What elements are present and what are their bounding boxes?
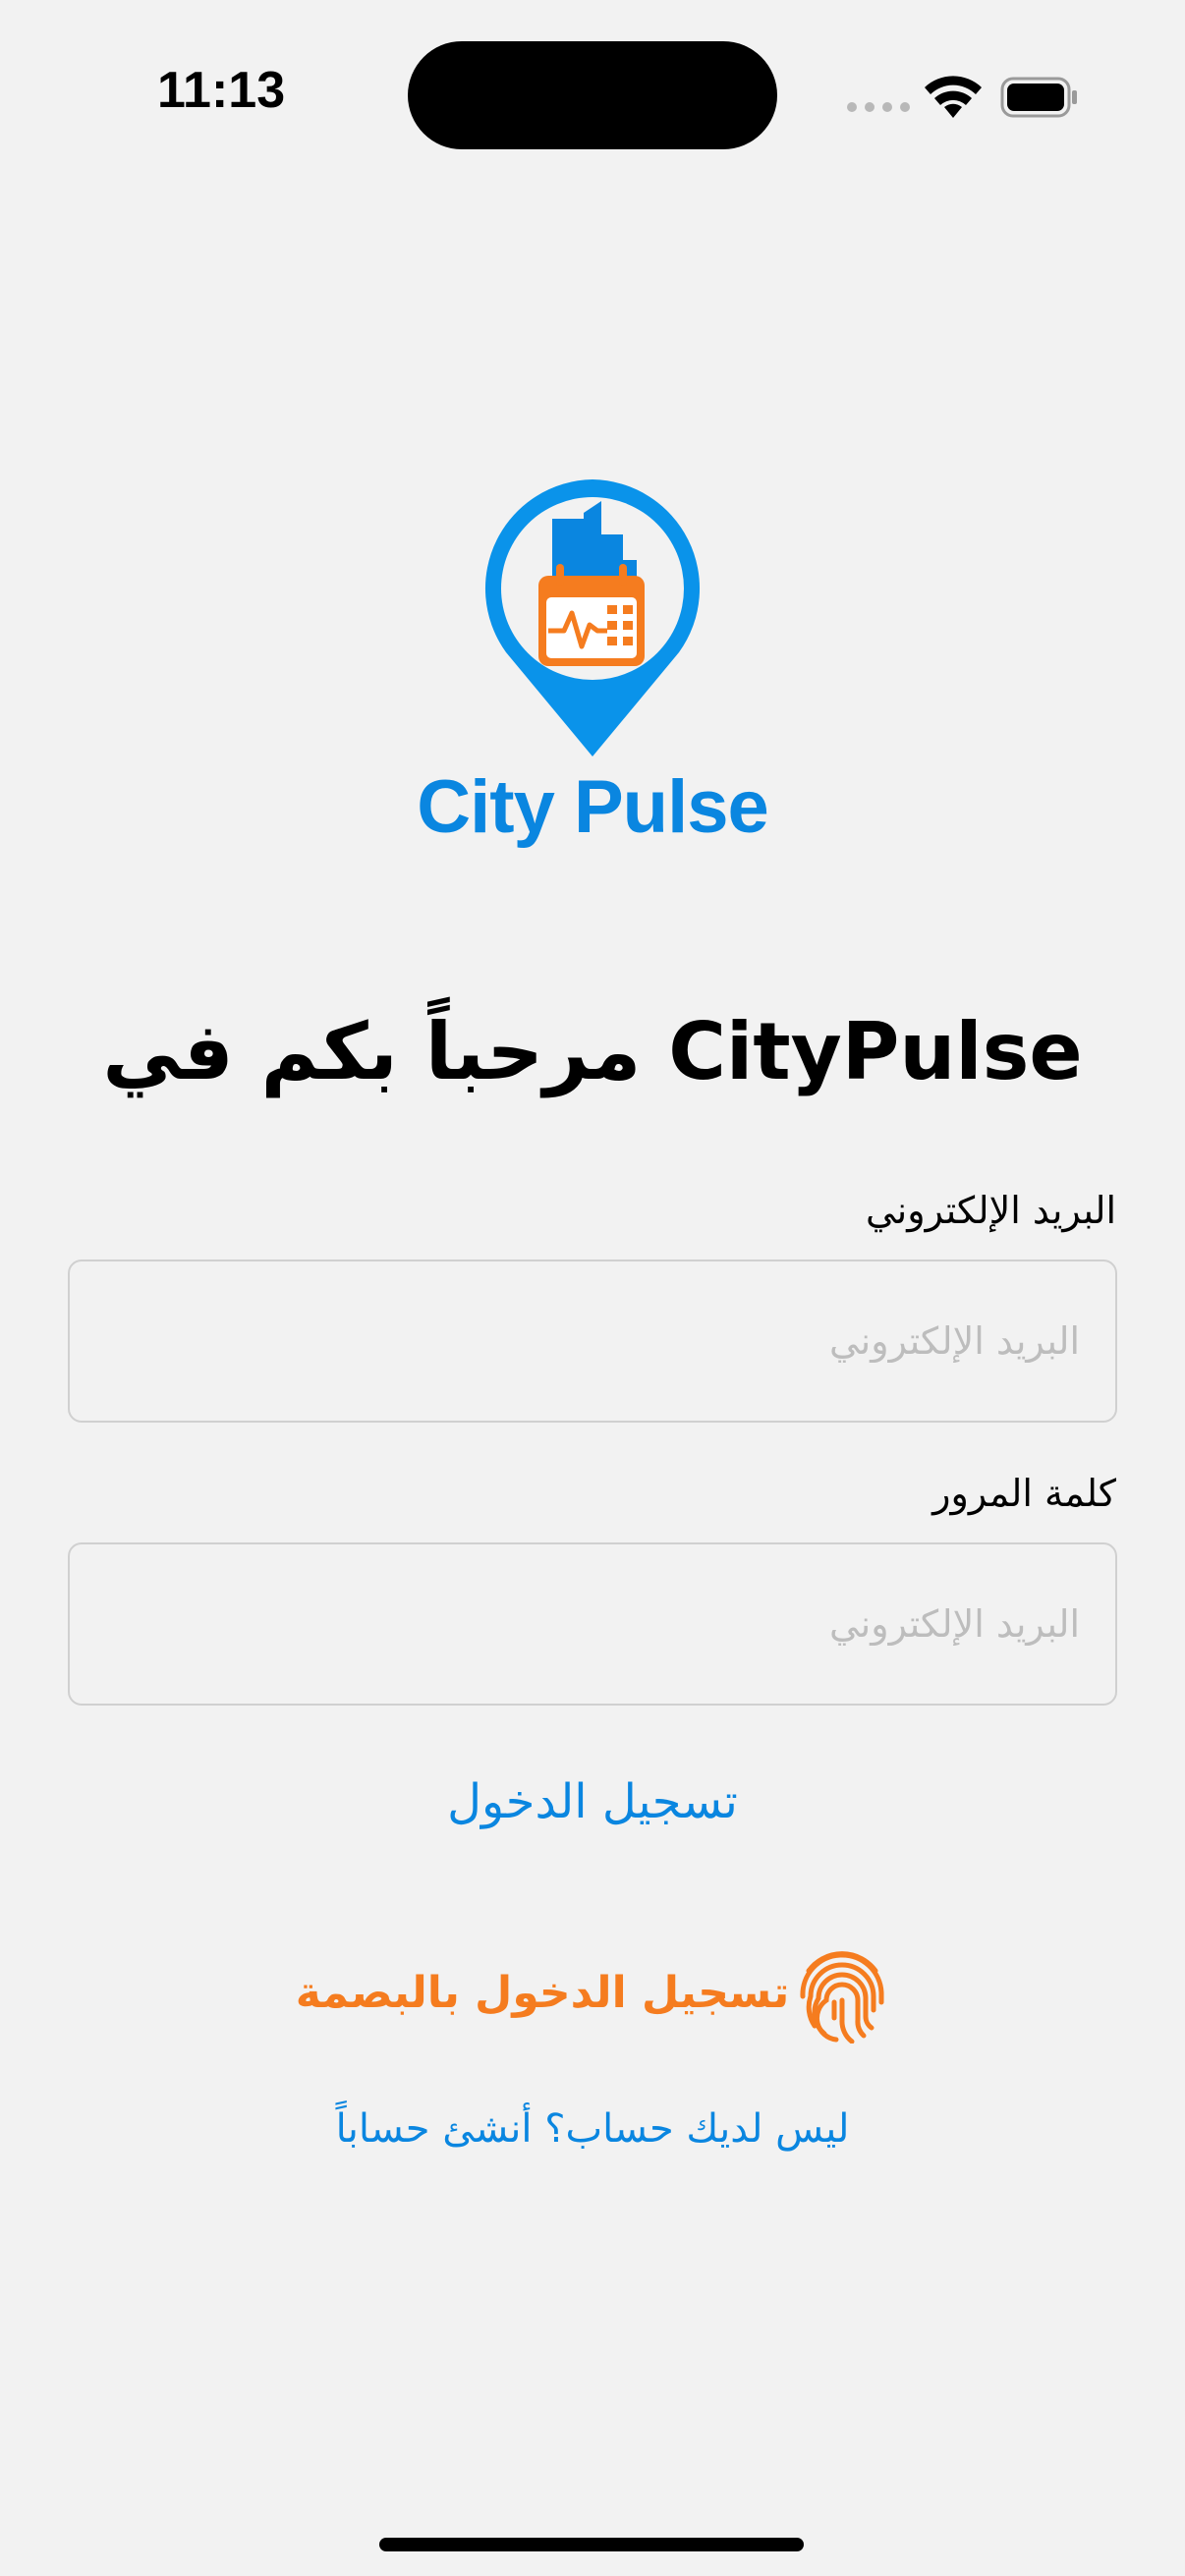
battery-icon <box>1000 77 1077 118</box>
fingerprint-icon <box>800 1951 884 2044</box>
signup-link[interactable]: ليس لديك حساب؟ أنشئ حساباً <box>0 2106 1185 2152</box>
fingerprint-login-button[interactable]: تسجيل الدخول بالبصمة <box>0 1941 1185 2044</box>
cellular-signal-icon <box>847 102 910 112</box>
password-label: كلمة المرور <box>932 1472 1116 1515</box>
page-title: مرحباً بكم في CityPulse <box>102 1006 1083 1097</box>
wifi-icon <box>925 76 982 118</box>
map-pin-calendar-icon <box>484 479 701 756</box>
email-field[interactable] <box>68 1260 1117 1423</box>
status-time: 11:13 <box>157 62 286 119</box>
home-indicator[interactable] <box>379 2538 804 2551</box>
dynamic-island <box>408 41 777 149</box>
app-logo-text: City Pulse <box>417 765 768 849</box>
fingerprint-login-label: تسجيل الدخول بالبصمة <box>295 1967 790 2018</box>
password-field[interactable] <box>68 1542 1117 1706</box>
login-button[interactable]: تسجيل الدخول <box>0 1774 1185 1829</box>
email-label: البريد الإلكتروني <box>866 1189 1116 1232</box>
